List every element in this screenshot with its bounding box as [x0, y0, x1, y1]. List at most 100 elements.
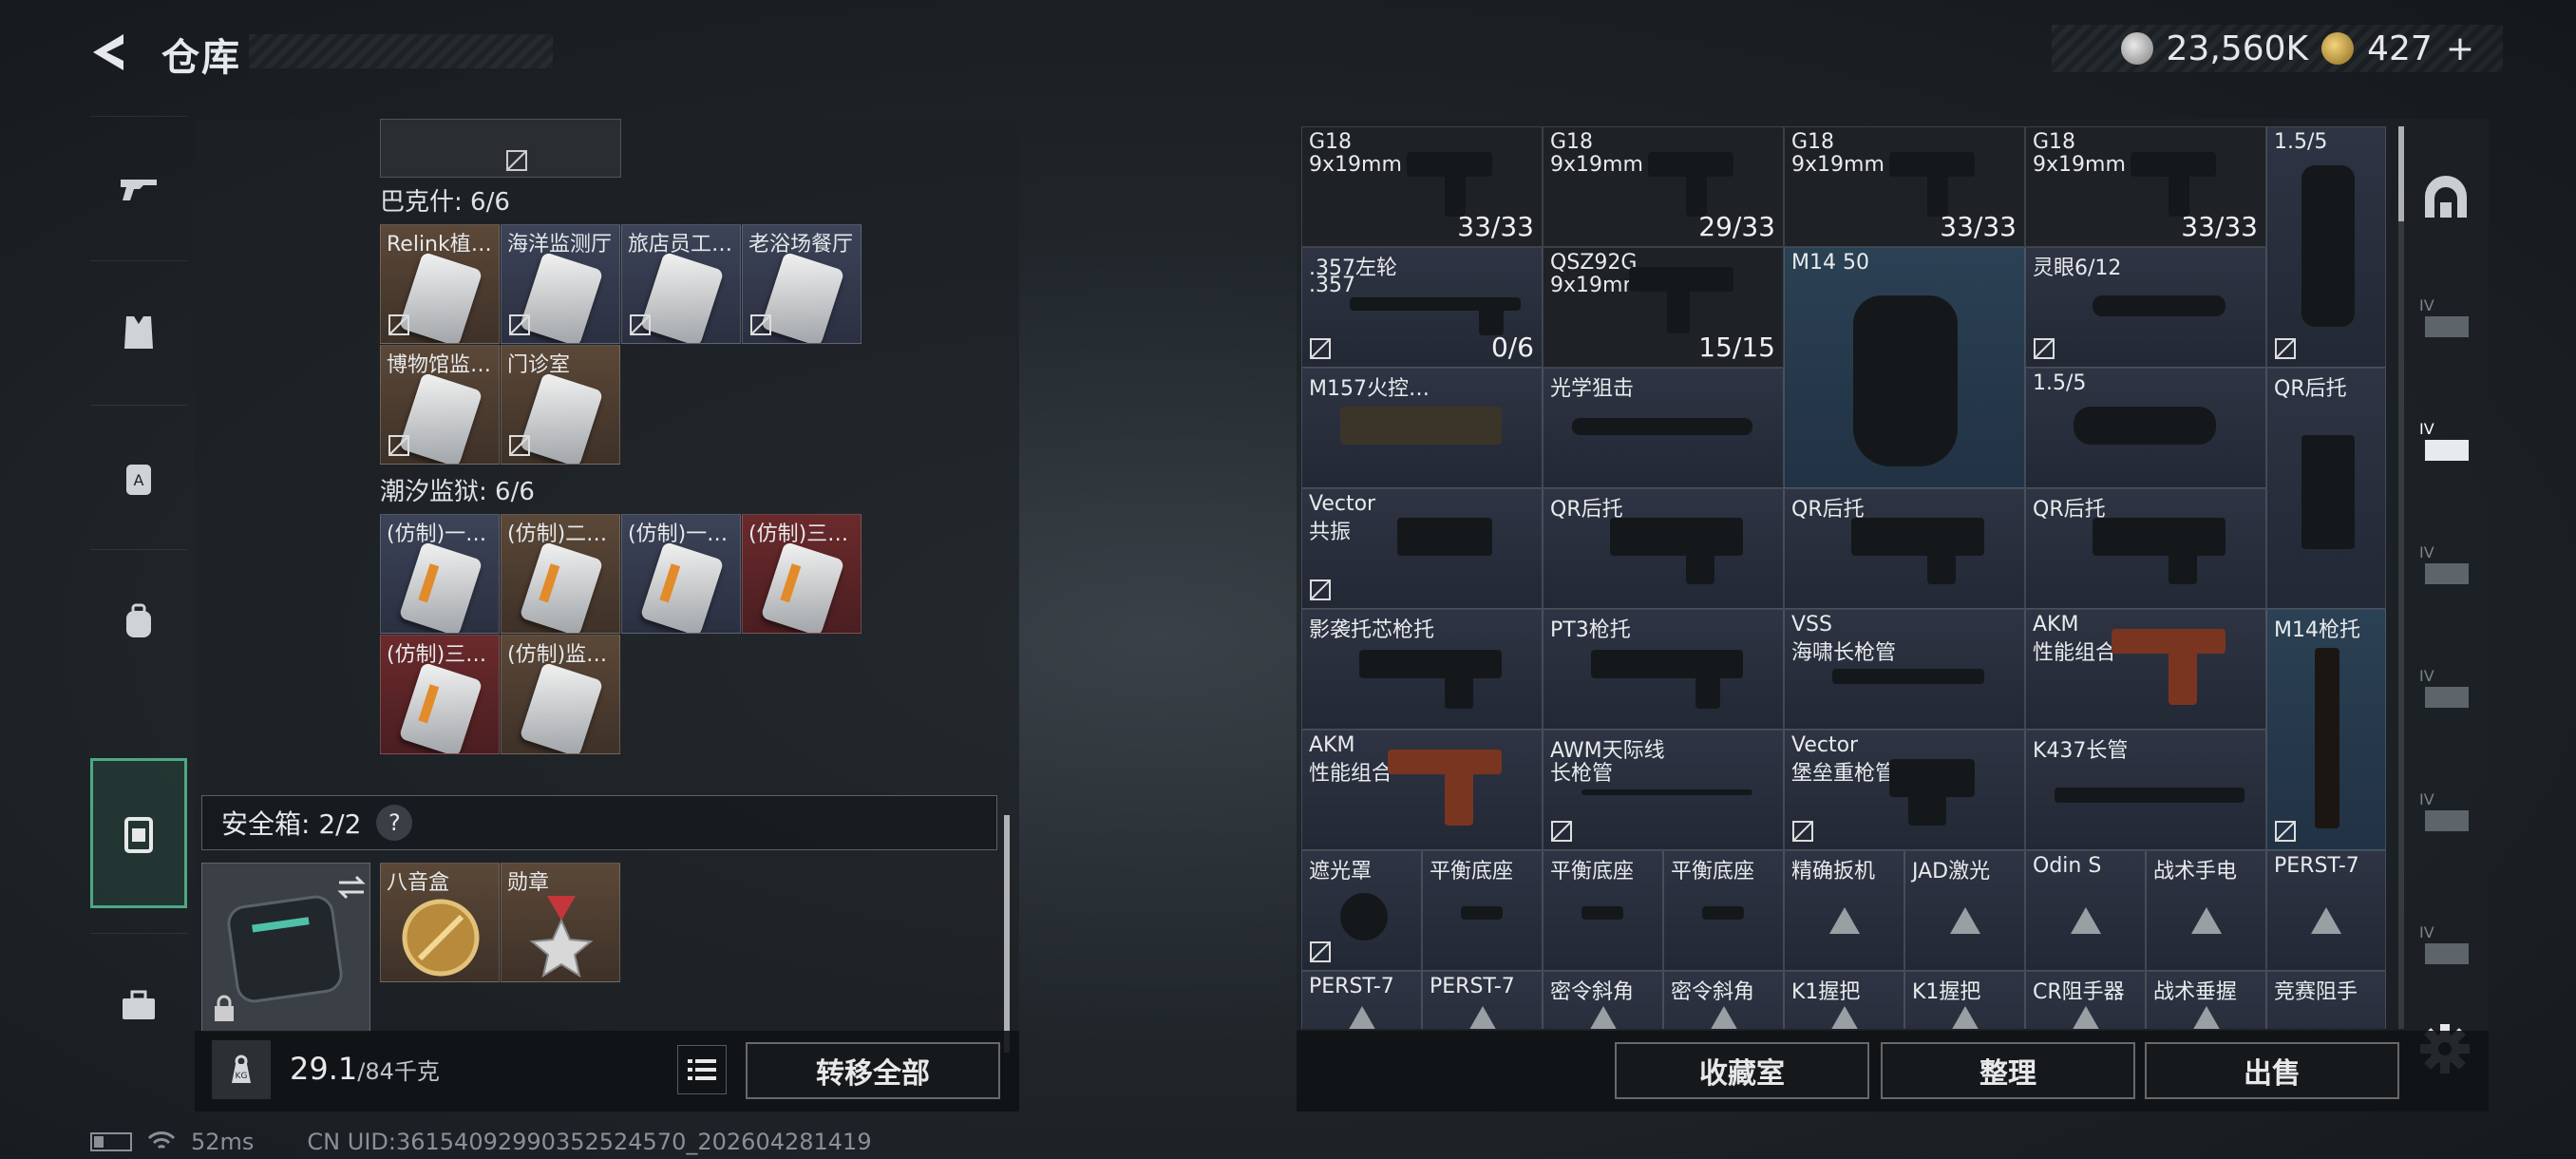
back-arrow-icon[interactable] — [85, 28, 133, 76]
inventory-item[interactable]: Vector 堡垒重枪管 — [1784, 730, 2025, 850]
inventory-item[interactable]: M157火控… — [1301, 368, 1543, 488]
unknown-item-icon — [1828, 906, 1860, 934]
warehouse-tab-main[interactable] — [2415, 166, 2476, 227]
unknown-item-icon — [1348, 1006, 1375, 1029]
inventory-item[interactable]: G18 9x19mm 29/33 — [1543, 126, 1784, 247]
inventory-item[interactable]: 平衡底座 — [1543, 850, 1663, 971]
music-box-item[interactable]: 八音盒 — [380, 863, 500, 982]
inventory-item[interactable]: 1.5/5 — [2025, 368, 2266, 488]
category-toolbox[interactable] — [90, 933, 187, 1075]
swap-icon[interactable] — [335, 873, 368, 902]
keycard-item[interactable]: 旅店员工… — [621, 224, 741, 344]
no-lock-icon — [2034, 338, 2055, 359]
category-secure-case[interactable] — [90, 758, 187, 908]
inventory-item[interactable]: 密令斜角 — [1543, 971, 1663, 1029]
inventory-item[interactable]: QSZ92G 9x19mm 15/15 — [1543, 247, 1784, 368]
inventory-item[interactable]: Odin S — [2025, 850, 2146, 971]
warehouse-tab-icon: IV — [2419, 923, 2469, 964]
collection-room-button[interactable]: 收藏室 — [1615, 1042, 1869, 1099]
inventory-item[interactable]: 密令斜角 — [1663, 971, 1784, 1029]
unknown-item-icon — [1468, 1006, 1496, 1029]
keycard-item[interactable]: (仿制)二… — [501, 514, 620, 634]
inventory-item[interactable]: 精确扳机 — [1784, 850, 1904, 971]
inventory-slot[interactable] — [380, 119, 621, 178]
inventory-item[interactable]: M14枪托 — [2266, 609, 2386, 850]
inventory-item[interactable]: 1.5/5 — [2266, 126, 2386, 368]
inventory-item[interactable]: PERST-7 — [1301, 971, 1422, 1029]
keycard-item[interactable]: 老浴场餐厅 — [742, 224, 862, 344]
inventory-item[interactable]: G18 9x19mm 33/33 — [1784, 126, 2025, 247]
inventory-item[interactable]: K1握把 — [1904, 971, 2025, 1029]
inventory-item[interactable]: Vector 共振 — [1301, 488, 1543, 609]
list-icon — [688, 1059, 716, 1080]
inventory-item[interactable]: 影袭托芯枪托 — [1301, 609, 1543, 730]
keycard-item[interactable]: 海洋监测厅 — [501, 224, 620, 344]
inventory-item[interactable]: CR阻手器 — [2025, 971, 2146, 1029]
unknown-item-icon — [2190, 906, 2222, 934]
safe-box-slot[interactable] — [201, 863, 370, 1032]
inventory-item[interactable]: 战术垂握 — [2146, 971, 2266, 1029]
inventory-item[interactable]: 遮光罩 — [1301, 850, 1422, 971]
inventory-item[interactable]: .357左轮 .357 0/6 — [1301, 247, 1543, 368]
inventory-item[interactable]: 平衡底座 — [1422, 850, 1543, 971]
inventory-item[interactable]: PERST-7 — [2266, 850, 2386, 971]
music-box-image — [402, 899, 480, 977]
inventory-item[interactable]: QR后托 — [1543, 488, 1784, 609]
warehouse-tab-icon: IV — [2419, 420, 2469, 461]
inventory-item[interactable]: 竞赛阻手 — [2266, 971, 2386, 1029]
warehouse-tab-3[interactable]: IV — [2415, 537, 2476, 598]
sort-button[interactable]: 整理 — [1881, 1042, 2135, 1099]
transfer-all-button[interactable]: 转移全部 — [746, 1042, 1000, 1099]
warehouse-tab-1[interactable]: IV — [2415, 290, 2476, 351]
inventory-item[interactable]: AWM天际线 长枪管 — [1543, 730, 1784, 850]
keycard-item[interactable]: 博物馆监… — [380, 345, 500, 465]
category-backpack[interactable] — [90, 549, 187, 692]
keycard-item[interactable]: (仿制)监… — [501, 635, 620, 754]
warehouse-tab-4[interactable]: IV — [2415, 660, 2476, 721]
inventory-item[interactable]: K1握把 — [1784, 971, 1904, 1029]
inventory-item[interactable]: AKM 性能组合 — [1301, 730, 1543, 850]
category-weapons[interactable] — [90, 116, 187, 258]
inventory-item[interactable]: QR后托 — [1784, 488, 2025, 609]
unknown-item-icon — [2072, 1006, 2099, 1029]
sell-button[interactable]: 出售 — [2145, 1042, 2399, 1099]
help-button[interactable]: ? — [376, 805, 413, 841]
inventory-item[interactable]: 光学狙击 — [1543, 368, 1784, 488]
inventory-item[interactable]: AKM 性能组合 — [2025, 609, 2266, 730]
gold-amount: 427 — [2367, 28, 2433, 68]
inventory-item[interactable]: G18 9x19mm 33/33 — [2025, 126, 2266, 247]
medal-item[interactable]: 勋章 — [501, 863, 620, 982]
category-armor[interactable] — [90, 260, 187, 403]
inventory-item[interactable]: 战术手电 — [2146, 850, 2266, 971]
add-currency-button[interactable]: + — [2446, 29, 2474, 68]
inventory-item[interactable]: JAD激光 — [1904, 850, 2025, 971]
list-view-button[interactable] — [677, 1045, 727, 1094]
inventory-item[interactable]: K437长管 — [2025, 730, 2266, 850]
keycard-item[interactable]: (仿制)一… — [380, 514, 500, 634]
warehouse-tab-2[interactable]: IV — [2415, 413, 2476, 474]
inventory-item[interactable]: PT3枪托 — [1543, 609, 1784, 730]
keycard-item[interactable]: Relink植… — [380, 224, 500, 344]
unknown-item-icon — [1710, 1006, 1737, 1029]
inventory-item[interactable]: 灵眼6/12 — [2025, 247, 2266, 368]
keycard-item[interactable]: 门诊室 — [501, 345, 620, 465]
inventory-item[interactable]: M14 50 — [1784, 247, 2025, 488]
no-lock-icon — [1551, 821, 1572, 842]
warehouse-tabs: IV IV IV IV IV IV — [2398, 119, 2489, 1031]
category-backpack-a[interactable]: A — [90, 405, 187, 547]
inventory-item[interactable]: G18 9x19mm 33/33 — [1301, 126, 1543, 247]
inventory-item[interactable]: 平衡底座 — [1663, 850, 1784, 971]
warehouse-tab-5[interactable]: IV — [2415, 784, 2476, 845]
keycard-item[interactable]: (仿制)三… — [380, 635, 500, 754]
warehouse-tab-6[interactable]: IV — [2415, 917, 2476, 978]
keycard-item[interactable]: (仿制)三… — [742, 514, 862, 634]
inventory-item[interactable]: QR后托 — [2266, 368, 2386, 609]
title-decoration — [249, 34, 553, 68]
inventory-item[interactable]: QR后托 — [2025, 488, 2266, 609]
keycard-item[interactable]: (仿制)一… — [621, 514, 741, 634]
left-scrollbar[interactable] — [1004, 815, 1010, 1053]
inventory-item[interactable]: VSS 海啸长枪管 — [1784, 609, 2025, 730]
secure-case-icon — [124, 817, 153, 853]
inventory-item[interactable]: PERST-7 — [1422, 971, 1543, 1029]
unknown-item-icon — [1589, 1006, 1617, 1029]
